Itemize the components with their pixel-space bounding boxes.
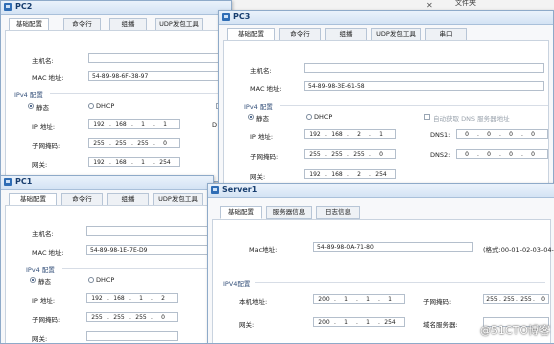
dhcp-radio[interactable] [306, 114, 312, 120]
ipv4-section-title: IPV4配置 [223, 280, 251, 288]
tab-log-info[interactable]: 日志信息 [316, 206, 360, 219]
mac-label: MAC 地址: [32, 249, 64, 257]
auto-dns-label: 自动获取 DNS 服务器地址 [433, 115, 510, 123]
pc2-title: PC2 [15, 2, 33, 11]
ipv4-section-title: IPv4 配置 [14, 91, 43, 99]
pc2-config-panel: 主机名: MAC 地址: 54-89-98-6F-38-97 IPv4 配置 静… [5, 30, 230, 181]
dhcp-label: DHCP [96, 276, 115, 284]
server1-window: Server1 基础配置 服务器信息 日志信息 Mac地址: 54-89-98-… [207, 183, 554, 344]
tab-basic-config[interactable]: 基础配置 [220, 206, 262, 219]
pc3-title: PC3 [233, 12, 251, 21]
dhcp-radio[interactable] [88, 277, 94, 283]
ip-label: IP 地址: [32, 297, 56, 305]
static-radio[interactable] [30, 277, 36, 283]
dns1-input[interactable]: 0. 0. 0. 0 [456, 129, 548, 139]
dns1-label: DNS1: [430, 131, 451, 139]
pc-icon [4, 3, 12, 11]
gateway-input[interactable]: 192. 168. 2. 254 [304, 169, 396, 179]
subnet-mask-label: 子网掩码: [423, 298, 452, 306]
mask-label: 子网掩码: [32, 142, 61, 150]
mac-input[interactable]: 54-89-98-0A-71-80 [313, 242, 473, 252]
watermark: @51CTO博客 [479, 324, 550, 337]
hostname-input[interactable] [88, 53, 228, 63]
subnet-mask-input[interactable]: 255. 255. 255. 0 [88, 138, 180, 148]
mac-input[interactable]: 54-89-98-6F-38-97 [88, 71, 228, 81]
dns-server-label: 域名服务器: [423, 321, 458, 329]
mac-label: Mac地址: [249, 246, 278, 254]
mask-label: 子网掩码: [32, 316, 61, 324]
auto-dns-checkbox[interactable] [424, 114, 430, 120]
server-icon [211, 186, 219, 194]
local-ip-input[interactable]: 200. 1. 1. 1 [313, 294, 405, 304]
ip-label: IP 地址: [250, 133, 274, 141]
dns2-label: DNS2: [430, 151, 451, 159]
folder-label: 文件夹 [455, 0, 476, 7]
pc-icon [4, 178, 12, 186]
ip-address-input[interactable]: 192. 168. 2. 1 [304, 129, 396, 139]
dns2-input[interactable]: 0. 0. 0. 0 [456, 149, 548, 159]
gateway-input[interactable] [86, 331, 178, 341]
hostname-label: 主机名: [250, 67, 272, 75]
subnet-mask-input[interactable]: 255. 255. 255. 0 [304, 149, 396, 159]
hostname-label: 主机名: [32, 230, 54, 238]
tab-server-info[interactable]: 服务器信息 [266, 206, 312, 219]
pc1-window: PC1 基础配置 命令行 组播 UDP发包工具 主机名: MAC 地址: 54-… [0, 175, 214, 344]
local-ip-label: 本机地址: [239, 298, 268, 306]
pc1-titlebar[interactable]: PC1 [1, 176, 213, 190]
gateway-input[interactable]: 200. 1. 1. 254 [313, 317, 405, 327]
static-label: 静态 [38, 278, 51, 286]
dhcp-radio[interactable] [88, 103, 94, 109]
mac-format-hint: (格式:00-01-02-03-04-0 [483, 246, 554, 254]
dhcp-label: DHCP [314, 113, 333, 121]
pc3-titlebar[interactable]: PC3 [219, 11, 553, 25]
ip-address-input[interactable]: 192. 168. 1. 2 [86, 293, 178, 303]
static-label: 静态 [256, 115, 269, 123]
pc3-config-panel: 主机名: MAC 地址: 54-89-98-3E-61-58 IPv4 配置 静… [223, 40, 549, 189]
mac-label: MAC 地址: [32, 74, 64, 82]
mask-label: 子网掩码: [250, 153, 279, 161]
gateway-label: 网关: [239, 321, 255, 329]
static-radio[interactable] [248, 114, 254, 120]
mac-label: MAC 地址: [250, 85, 282, 93]
gateway-input[interactable]: 192. 168. 1. 254 [88, 157, 180, 167]
ip-address-input[interactable]: 192. 168. 1. 1 [88, 119, 180, 129]
pc1-config-panel: 主机名: MAC 地址: 54-89-98-1E-7E-D9 IPv4 配置 静… [5, 205, 212, 343]
pc2-titlebar[interactable]: PC2 [1, 1, 231, 15]
mac-input[interactable]: 54-89-98-1E-7E-D9 [86, 245, 210, 255]
pc1-title: PC1 [15, 177, 33, 186]
ip-label: IP 地址: [32, 123, 56, 131]
server1-title: Server1 [222, 185, 258, 194]
pc3-window: PC3 基础配置 命令行 组播 UDP发包工具 串口 主机名: MAC 地址: … [218, 10, 554, 190]
ipv4-section-title: IPv4 配置 [244, 103, 273, 111]
mac-input[interactable]: 54-89-98-3E-61-58 [304, 81, 544, 91]
static-radio[interactable] [28, 103, 34, 109]
subnet-mask-input[interactable]: 255. 255. 255. 0 [483, 294, 549, 304]
subnet-mask-input[interactable]: 255. 255. 255. 0 [86, 312, 178, 322]
hostname-input[interactable] [86, 226, 210, 236]
ipv4-section-title: IPv4 配置 [26, 266, 55, 274]
gateway-label: 网关: [250, 173, 266, 181]
pc-icon [222, 13, 230, 21]
static-label: 静态 [36, 104, 49, 112]
gateway-label: 网关: [32, 161, 48, 169]
hostname-label: 主机名: [32, 57, 54, 65]
hostname-input[interactable] [304, 63, 544, 73]
server1-titlebar[interactable]: Server1 [208, 184, 554, 198]
dns-label-partial: D [212, 121, 218, 129]
pc2-window: PC2 基础配置 命令行 组播 UDP发包工具 主机名: MAC 地址: 54-… [0, 0, 232, 182]
window-close-icon[interactable]: ✕ [426, 1, 436, 10]
dhcp-label: DHCP [96, 102, 115, 110]
